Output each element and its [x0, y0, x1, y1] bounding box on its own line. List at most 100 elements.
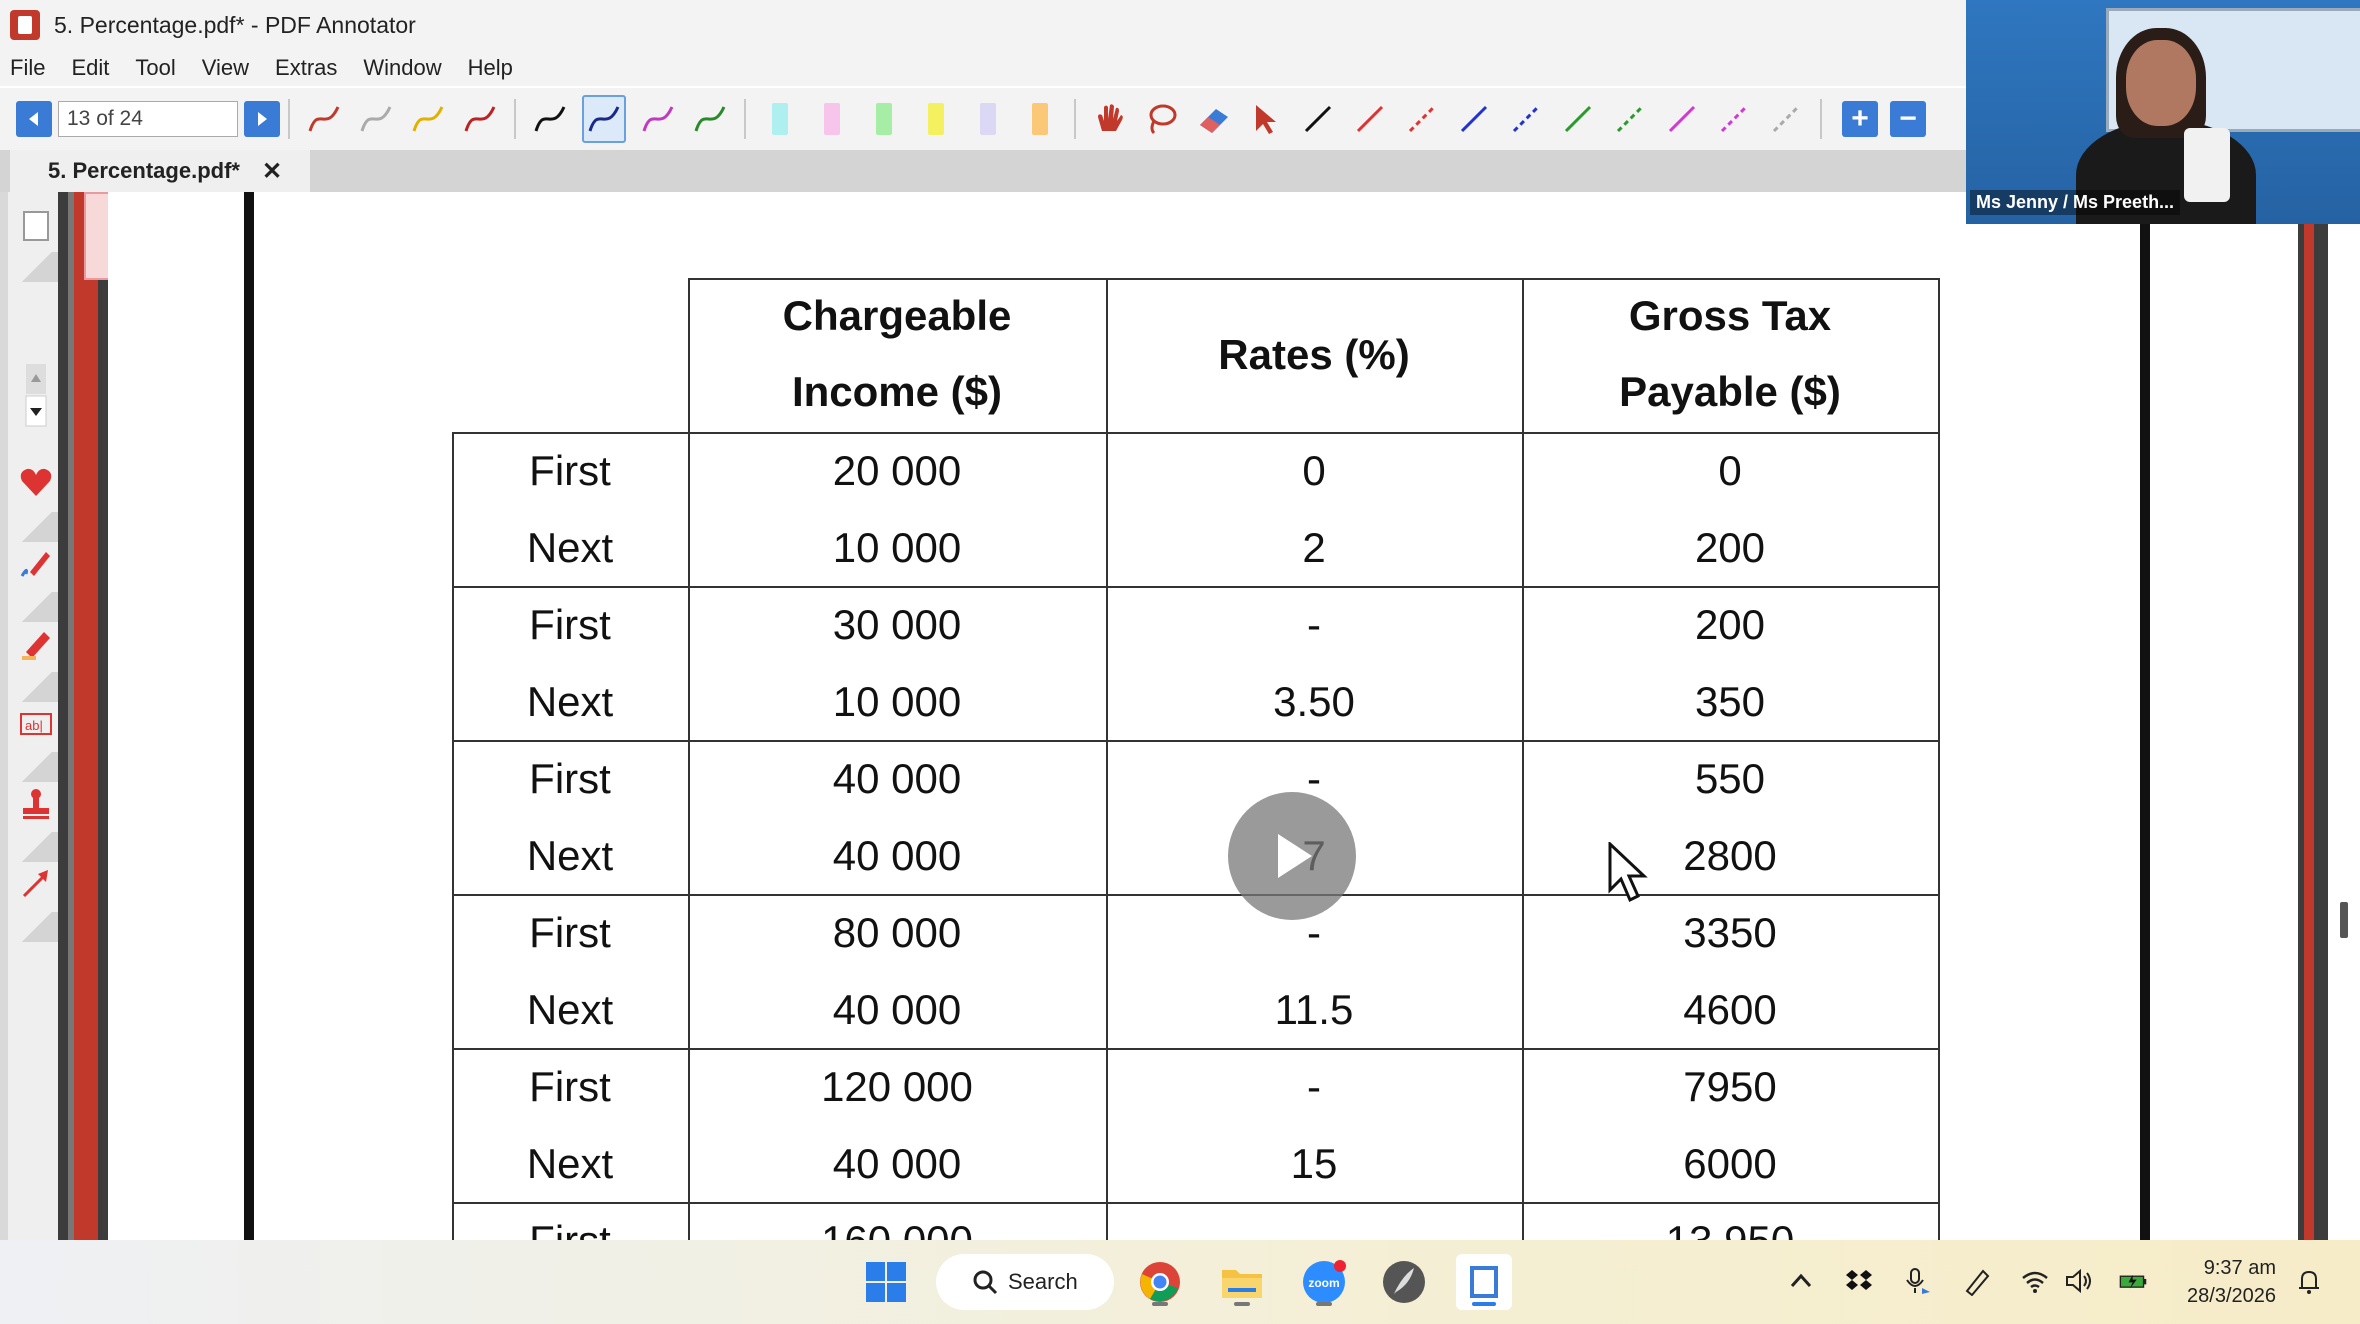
previous-page-button[interactable] [16, 101, 52, 137]
taskbar-clock[interactable]: 9:37 am 28/3/2026 [2176, 1254, 2276, 1310]
pen-tool-black[interactable] [530, 97, 570, 141]
line-icon [1668, 105, 1696, 133]
pen-tool-darkred[interactable] [460, 97, 500, 141]
taskbar-search-box[interactable]: Search [936, 1254, 1114, 1310]
menu-extras[interactable]: Extras [275, 55, 337, 81]
notifications-tray-icon[interactable] [2292, 1264, 2326, 1298]
file-explorer-taskbar-button[interactable] [1214, 1254, 1270, 1310]
menu-file[interactable]: File [10, 55, 45, 81]
line-tool-magenta[interactable] [1662, 97, 1702, 141]
start-button[interactable] [858, 1254, 914, 1310]
line-tool-blue[interactable] [1454, 97, 1494, 141]
table-cell-rate: 3.50 [1273, 678, 1355, 725]
arrow-left-icon [29, 112, 38, 126]
zoom-out-button[interactable]: − [1890, 101, 1926, 137]
arrow-tool[interactable] [16, 864, 56, 904]
plus-icon: + [1851, 102, 1869, 135]
show-hidden-icons-button[interactable] [1784, 1264, 1818, 1298]
feather-app-taskbar-button[interactable] [1376, 1254, 1432, 1310]
menu-help[interactable]: Help [468, 55, 513, 81]
menu-tool[interactable]: Tool [135, 55, 175, 81]
table-cell-tax: 6000 [1683, 1140, 1777, 1187]
heart-icon [20, 468, 52, 496]
hand-tool[interactable] [1090, 97, 1130, 141]
table-cell-rate: - [1307, 601, 1321, 648]
close-tab-icon[interactable]: ✕ [262, 157, 282, 186]
zoom-taskbar-button[interactable]: zoom [1296, 1254, 1352, 1310]
volume-tray-icon[interactable] [2062, 1264, 2096, 1298]
select-tool[interactable] [1246, 97, 1286, 141]
battery-tray-icon[interactable] [2112, 1264, 2156, 1298]
table-cell-tax: 0 [1718, 447, 1742, 494]
line-icon [1460, 105, 1488, 133]
text-box-tool[interactable]: ab| [16, 704, 56, 744]
dashed-line-icon [1616, 105, 1644, 133]
dashed-line-tool-magenta[interactable] [1714, 97, 1754, 141]
wifi-icon [2022, 1271, 2048, 1293]
highlighter-orange[interactable] [1032, 103, 1048, 135]
highlighter-cyan[interactable] [772, 103, 788, 135]
page-number-input[interactable] [58, 101, 238, 137]
eraser-tool[interactable] [1194, 97, 1234, 141]
pen-tool-yellow[interactable] [408, 97, 448, 141]
document-tab[interactable]: 5. Percentage.pdf* ✕ [10, 150, 310, 192]
highlighter-lavender[interactable] [980, 103, 996, 135]
microphone-tray-icon[interactable] [1900, 1264, 1934, 1298]
pdf-annotator-taskbar-button[interactable] [1456, 1254, 1512, 1310]
dashed-line-tool-blue[interactable] [1506, 97, 1546, 141]
scroll-down-button[interactable] [16, 392, 56, 432]
highlighter-pink[interactable] [824, 103, 840, 135]
table-cell-tax: 200 [1694, 524, 1766, 571]
highlighter-yellow[interactable] [928, 103, 944, 135]
menu-edit[interactable]: Edit [71, 55, 109, 81]
chrome-taskbar-button[interactable] [1132, 1254, 1188, 1310]
mouse-cursor-icon [1608, 842, 1648, 903]
folder-icon [1222, 1270, 1262, 1298]
select-arrow-icon [1256, 105, 1276, 134]
dashed-line-tool-red[interactable] [1402, 97, 1442, 141]
highlighter-tool-sidebar[interactable] [16, 624, 56, 664]
line-tool-black[interactable] [1298, 97, 1338, 141]
dropbox-tray-icon[interactable] [1842, 1264, 1876, 1298]
document-view[interactable]: Chargeable Income ($) Rates (%) Gross Tax Pa… [108, 192, 2360, 1240]
clock-time: 9:37 am [2203, 1257, 2276, 1279]
play-video-button[interactable] [1228, 792, 1356, 920]
pen-tool-magenta[interactable] [638, 97, 678, 141]
pen-tool-navy[interactable] [582, 95, 626, 143]
table-border [452, 432, 1940, 434]
table-cell-rate: 11.5 [1274, 986, 1354, 1033]
dashed-line-icon [1772, 105, 1800, 133]
table-cell-tax: 4600 [1683, 986, 1777, 1033]
dashed-line-tool-green[interactable] [1610, 97, 1650, 141]
pen-tool-sidebar[interactable] [16, 544, 56, 584]
title-bar: 5. Percentage.pdf* - PDF Annotator [0, 0, 1966, 50]
line-tool-green[interactable] [1558, 97, 1598, 141]
menu-view[interactable]: View [202, 55, 249, 81]
minus-icon: − [1899, 102, 1917, 135]
pen-tool-red[interactable] [304, 97, 344, 141]
dashed-line-icon [1512, 105, 1540, 133]
pen-tool-gray[interactable] [356, 97, 396, 141]
vertical-scrollbar-thumb[interactable] [2340, 902, 2348, 938]
table-cell-income: 120 000 [821, 1063, 973, 1110]
header-line: Gross Tax [1628, 292, 1832, 339]
page-edge-right [2298, 192, 2328, 1240]
page-view-button[interactable] [16, 206, 56, 246]
dashed-line-tool-gray[interactable] [1766, 97, 1806, 141]
text-box-icon: ab| [20, 713, 52, 735]
lasso-tool[interactable] [1142, 97, 1182, 141]
favorites-button[interactable] [16, 462, 56, 502]
stamp-tool[interactable] [16, 784, 56, 824]
table-cell-tax: 7950 [1683, 1063, 1777, 1110]
next-page-button[interactable] [244, 101, 280, 137]
line-tool-red[interactable] [1350, 97, 1390, 141]
table-border [1106, 278, 1108, 1240]
highlighter-green[interactable] [876, 103, 892, 135]
menu-window[interactable]: Window [363, 55, 441, 81]
pen-tray-icon[interactable] [1960, 1264, 1994, 1298]
wifi-tray-icon[interactable] [2018, 1264, 2052, 1298]
windows-logo-icon [866, 1262, 906, 1302]
pen-tool-green[interactable] [690, 97, 730, 141]
table-cell-income: 40 000 [832, 1140, 962, 1187]
zoom-in-button[interactable]: + [1842, 101, 1878, 137]
